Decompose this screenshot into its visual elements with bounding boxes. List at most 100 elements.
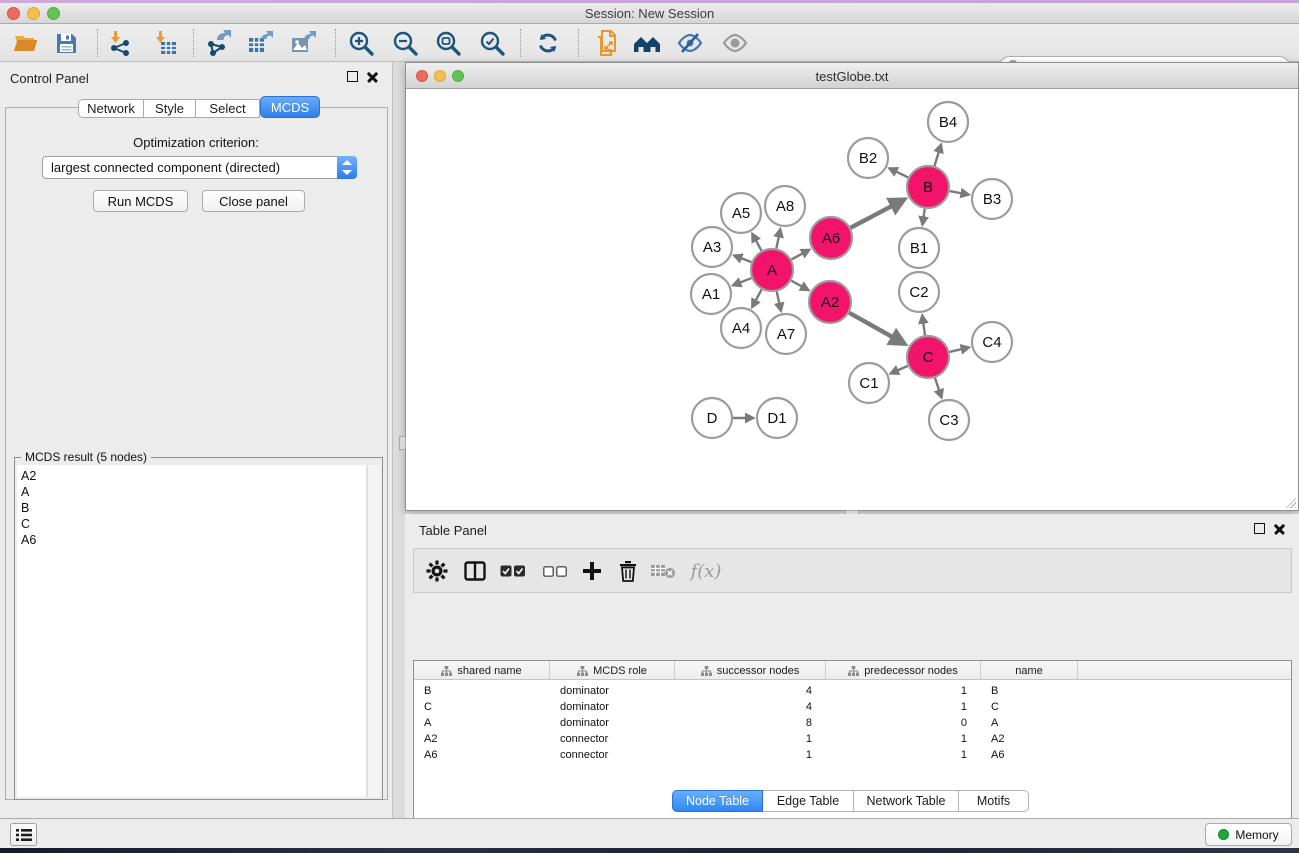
column-header-shared-name[interactable]: shared name [414,661,550,680]
zoom-out-icon[interactable] [390,29,420,57]
function-builder-icon[interactable]: f(x) [686,557,726,585]
edge-C-C4[interactable] [949,348,968,352]
node-A6[interactable]: A6 [810,217,852,259]
node-B2[interactable]: B2 [848,138,888,178]
node-A3[interactable]: A3 [692,227,732,267]
tab-network[interactable]: Network [78,99,144,118]
zoom-selected-icon[interactable] [477,29,507,57]
edge-C-C1[interactable] [891,366,907,373]
node-A7[interactable]: A7 [766,314,806,354]
table-row[interactable]: A6connector11A6 [414,747,1291,763]
node-C2[interactable]: C2 [899,272,939,312]
tab-network-table[interactable]: Network Table [854,790,959,812]
node-C3[interactable]: C3 [929,400,969,440]
node-A1[interactable]: A1 [691,274,731,314]
split-table-view-icon[interactable] [460,557,490,585]
edge-B-B2[interactable] [890,169,908,178]
table-row[interactable]: Cdominator41C [414,699,1291,715]
export-image-icon[interactable] [288,29,318,57]
node-C4[interactable]: C4 [972,322,1012,362]
run-mcds-button[interactable]: Run MCDS [93,190,188,212]
close-panel-button[interactable]: Close panel [202,190,305,212]
node-B4[interactable]: B4 [928,102,968,142]
zoom-in-icon[interactable] [346,29,376,57]
mcds-result-item[interactable]: A6 [21,532,366,548]
tab-select[interactable]: Select [196,99,260,118]
import-table-icon[interactable] [150,29,180,57]
edge-A-A2[interactable] [791,281,807,290]
node-C[interactable]: C [907,336,949,378]
node-A8[interactable]: A8 [765,186,805,226]
result-scrollbar[interactable] [367,465,380,797]
new-network-from-selection-icon[interactable] [592,29,622,57]
optimization-criterion-select[interactable]: largest connected component (directed) [42,156,357,179]
column-header-predecessor-nodes[interactable]: predecessor nodes [826,661,981,680]
network-window[interactable]: testGlobe.txt A A1 A2 A3 A4 A5 A6 A7 A8 B B1 B2 B3B4… [405,62,1299,511]
network-graph[interactable]: A A1 A2 A3 A4 A5 A6 A7 A8 B B1 B2 B3B4 C C1 C2 C3C4 D D1 [406,89,1298,510]
node-A5[interactable]: A5 [721,193,761,233]
tab-edge-table[interactable]: Edge Table [763,790,854,812]
edge-B-B4[interactable] [934,145,940,166]
tab-motifs[interactable]: Motifs [959,790,1029,812]
close-table-panel-icon[interactable] [1274,523,1285,534]
zoom-fit-icon[interactable] [433,29,463,57]
close-panel-icon[interactable] [367,71,378,82]
node-B3[interactable]: B3 [972,179,1012,219]
edge-A6-B[interactable] [850,200,902,228]
table-row[interactable]: Bdominator41B [414,683,1291,699]
table-row[interactable]: A2connector11A2 [414,731,1291,747]
import-network-icon[interactable] [105,29,135,57]
node-B[interactable]: B [907,166,949,208]
node-A2[interactable]: A2 [809,281,851,323]
edge-C-C3[interactable] [935,378,941,397]
node-D1[interactable]: D1 [757,398,797,438]
edge-B-B3[interactable] [950,191,968,194]
memory-button[interactable]: Memory [1205,823,1292,846]
edge-A-A6[interactable] [791,250,808,259]
table-settings-gear-icon[interactable] [422,557,452,585]
network-canvas[interactable]: A A1 A2 A3 A4 A5 A6 A7 A8 B B1 B2 B3B4 C C1 C2 C3C4 D D1 [406,89,1298,510]
edge-A-A5[interactable] [753,234,762,250]
edge-A-A7[interactable] [777,291,781,310]
column-header-successor-nodes[interactable]: successor nodes [675,661,826,680]
export-table-icon[interactable] [245,29,275,57]
tab-style[interactable]: Style [144,99,196,118]
edge-C-C2[interactable] [922,316,925,335]
hide-selected-icon[interactable] [675,29,705,57]
edge-A-A4[interactable] [753,289,762,306]
first-neighbors-icon[interactable] [632,29,662,57]
tab-mcds[interactable]: MCDS [260,96,320,118]
task-history-button[interactable] [10,823,37,846]
node-A4[interactable]: A4 [721,308,761,348]
column-header-MCDS-role[interactable]: MCDS role [550,661,675,680]
show-all-icon[interactable] [720,29,750,57]
delete-table-icon[interactable] [648,557,678,585]
refresh-icon[interactable] [533,29,563,57]
mcds-result-item[interactable]: B [21,500,366,516]
node-B1[interactable]: B1 [899,228,939,268]
vertical-splitter-handle[interactable] [399,436,406,450]
select-all-columns-icon[interactable] [498,557,528,585]
edge-B-B1[interactable] [923,209,925,224]
column-header-name[interactable]: name [981,661,1078,680]
export-network-icon[interactable] [203,29,233,57]
tab-node-table[interactable]: Node Table [672,790,763,812]
delete-columns-trash-icon[interactable] [613,557,643,585]
unselect-all-columns-icon[interactable] [540,557,570,585]
edge-A-A1[interactable] [734,278,752,285]
mcds-result-item[interactable]: A [21,484,366,500]
open-session-icon[interactable] [11,29,41,57]
node-C1[interactable]: C1 [849,363,889,403]
mcds-result-item[interactable]: A2 [21,468,366,484]
node-A[interactable]: A [751,249,793,291]
main-titlebar[interactable]: Session: New Session [0,3,1299,24]
edge-A-A3[interactable] [735,256,752,262]
save-session-icon[interactable] [51,29,81,57]
network-window-titlebar[interactable]: testGlobe.txt [406,63,1298,89]
node-D[interactable]: D [692,398,732,438]
mcds-result-item[interactable]: C [21,516,366,532]
float-table-panel-icon[interactable] [1254,523,1265,534]
float-panel-icon[interactable] [347,71,358,82]
mcds-result-list[interactable]: A2ABCA6 [17,465,367,797]
edge-A-A8[interactable] [776,230,780,248]
